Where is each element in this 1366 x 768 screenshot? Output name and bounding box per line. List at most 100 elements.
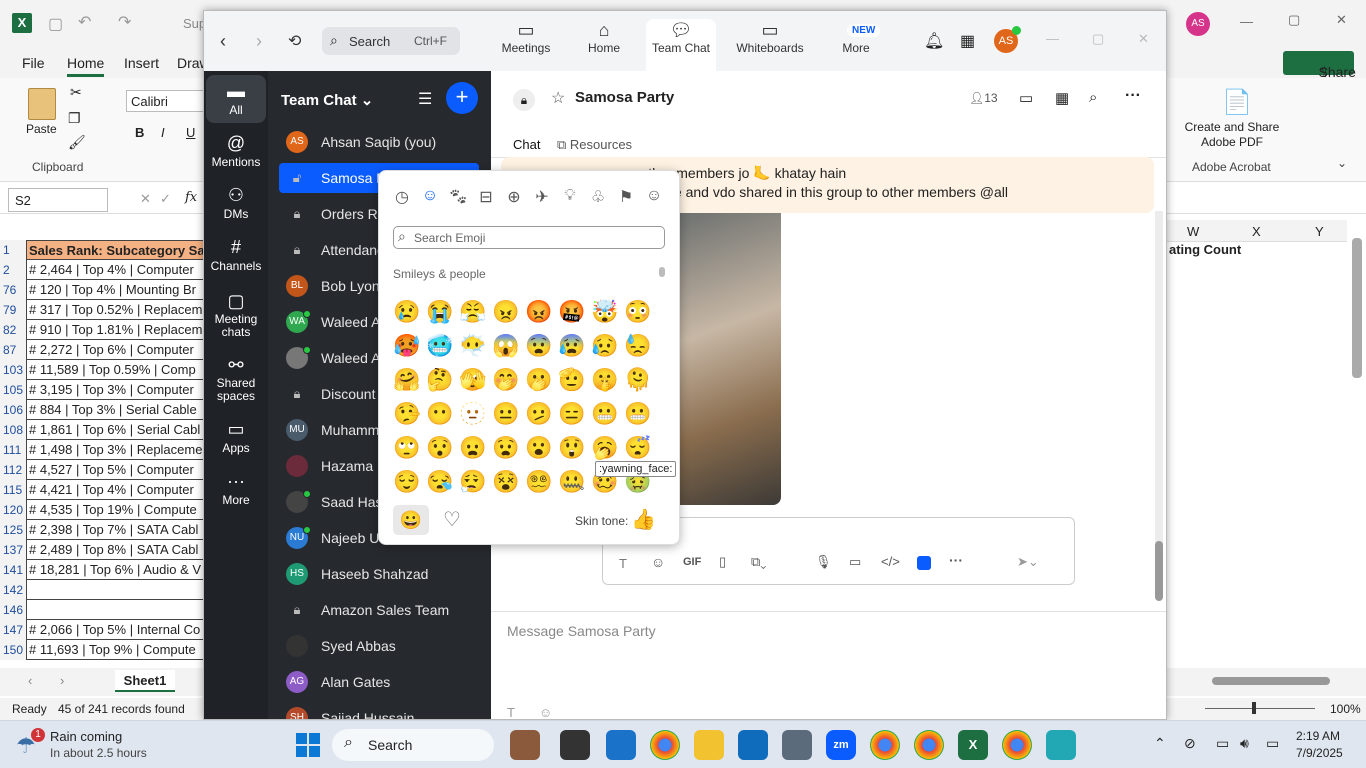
volume-icon[interactable]: 🔊︎ bbox=[1240, 735, 1249, 752]
picker-scrollbar[interactable] bbox=[659, 267, 665, 277]
table-cell[interactable]: # 4,421 | Top 4% | Computer bbox=[26, 480, 205, 500]
table-row[interactable]: 112 # 4,527 | Top 5% | Computer bbox=[0, 460, 205, 480]
paste-icon[interactable] bbox=[28, 88, 56, 120]
emoji-button[interactable]: 😠 bbox=[492, 299, 519, 325]
confirm-formula-icon[interactable]: ✓ bbox=[160, 191, 171, 207]
table-cell[interactable]: # 11,589 | Top 0.59% | Comp bbox=[26, 360, 205, 380]
emoji-button[interactable]: 😵 bbox=[492, 469, 519, 495]
table-row[interactable]: 108 # 1,861 | Top 6% | Serial Cabl bbox=[0, 420, 205, 440]
emoji-button[interactable]: 😡 bbox=[525, 299, 552, 325]
emoji-button[interactable]: 😯 bbox=[426, 435, 453, 461]
table-row[interactable]: 141 # 18,281 | Top 6% | Audio & V bbox=[0, 560, 205, 580]
zoom-app-icon[interactable]: zm bbox=[826, 730, 856, 760]
chat-list-item[interactable]: HS Haseeb Shahzad bbox=[279, 559, 479, 589]
table-row[interactable]: 146 bbox=[0, 600, 205, 620]
emoji-button[interactable]: 🤯 bbox=[591, 299, 618, 325]
row-number[interactable]: 120 bbox=[0, 500, 26, 520]
table-cell[interactable]: # 2,489 | Top 8% | SATA Cabl bbox=[26, 540, 205, 560]
table-row[interactable]: 115 # 4,421 | Top 4% | Computer bbox=[0, 480, 205, 500]
table-row[interactable]: 76 # 120 | Top 4% | Mounting Br bbox=[0, 280, 205, 300]
emoji-button[interactable]: 🥵 bbox=[393, 333, 420, 359]
row-number[interactable]: 103 bbox=[0, 360, 26, 380]
audio-icon[interactable]: 🎙︎ bbox=[815, 554, 832, 570]
symbols-category-icon[interactable]: ♧ bbox=[588, 187, 608, 207]
screenshot-icon[interactable]: ⧉⌄ bbox=[751, 554, 766, 570]
excel-maximize-icon[interactable]: ▢ bbox=[1288, 12, 1300, 28]
row-number[interactable]: 82 bbox=[0, 320, 26, 340]
emoji-button[interactable]: 🤥 bbox=[393, 401, 420, 427]
tab-home[interactable]: Home bbox=[67, 55, 105, 77]
table-row[interactable]: 125 # 2,398 | Top 7% | SATA Cabl bbox=[0, 520, 205, 540]
table-cell[interactable]: # 1,861 | Top 6% | Serial Cabl bbox=[26, 420, 205, 440]
display-icon[interactable]: ▭ bbox=[1216, 735, 1229, 752]
emoji-button[interactable]: 🫢 bbox=[525, 367, 552, 393]
nav-team-chat[interactable]: 💬︎ Team Chat bbox=[646, 19, 716, 71]
store-app-icon[interactable] bbox=[606, 730, 636, 760]
col-header-y[interactable]: Y bbox=[1315, 224, 1324, 239]
chat-list-item[interactable]: AG Alan Gates bbox=[279, 667, 479, 697]
search-input[interactable]: ⌕ Search Ctrl+F bbox=[322, 27, 460, 55]
emoji-button[interactable]: 🥱 bbox=[591, 435, 618, 461]
table-cell[interactable]: # 2,464 | Top 4% | Computer bbox=[26, 260, 205, 280]
row-number[interactable]: 79 bbox=[0, 300, 26, 320]
emoji-button[interactable]: 🤭 bbox=[492, 367, 519, 393]
italic-icon[interactable]: I bbox=[161, 125, 165, 140]
table-cell[interactable]: # 2,398 | Top 7% | SATA Cabl bbox=[26, 520, 205, 540]
row-number[interactable]: 137 bbox=[0, 540, 26, 560]
team-chat-heading[interactable]: Team Chat ⌄ bbox=[281, 91, 373, 109]
start-button[interactable] bbox=[296, 733, 320, 757]
emoji-tab-icon[interactable]: 😀 bbox=[393, 505, 429, 535]
spreadsheet-grid[interactable]: 1 Sales Rank: Subcategory Sale 2 # 2,464 | … bbox=[0, 240, 205, 665]
emoji-button[interactable]: 🥶 bbox=[426, 333, 453, 359]
emoji-button[interactable]: 🤫 bbox=[591, 367, 618, 393]
video-message-icon[interactable]: ▭ bbox=[849, 554, 861, 570]
back-icon[interactable]: ‹ bbox=[220, 31, 226, 52]
table-row[interactable]: 120 # 4,535 | Top 19% | Compute bbox=[0, 500, 205, 520]
activity-category-icon[interactable]: ⊕ bbox=[504, 187, 524, 207]
rail-item-mentions[interactable]: @ Mentions bbox=[206, 133, 266, 169]
table-row[interactable]: 150 # 11,693 | Top 9% | Compute bbox=[0, 640, 205, 660]
emoji-button[interactable]: 😢 bbox=[393, 299, 420, 325]
row-number[interactable]: 108 bbox=[0, 420, 26, 440]
text-format-icon[interactable]: T bbox=[619, 556, 627, 571]
emoji-button[interactable]: 😬 bbox=[591, 401, 618, 427]
new-chat-button[interactable]: + bbox=[446, 82, 478, 114]
chat-scrollbar[interactable] bbox=[1155, 211, 1163, 591]
schedule-icon[interactable]: ▦ bbox=[1055, 89, 1069, 107]
outlook-icon[interactable] bbox=[738, 730, 768, 760]
file-icon[interactable]: ▯ bbox=[719, 554, 726, 570]
gif-icon[interactable]: GIF bbox=[683, 556, 701, 568]
font-name-box[interactable]: Calibri bbox=[126, 90, 206, 112]
emoji-button[interactable]: 🙄 bbox=[393, 435, 420, 461]
star-icon[interactable]: ☆ bbox=[551, 88, 565, 108]
row-number[interactable]: 105 bbox=[0, 380, 26, 400]
channel-search-icon[interactable]: ⌕ bbox=[1089, 89, 1097, 106]
row-number[interactable]: 87 bbox=[0, 340, 26, 360]
row-number[interactable]: 147 bbox=[0, 620, 26, 640]
rail-item-all[interactable]: ▬ All bbox=[206, 75, 266, 123]
calculator-icon[interactable] bbox=[782, 730, 812, 760]
channel-title[interactable]: Samosa Party bbox=[575, 89, 674, 106]
emoji-button[interactable]: 😱 bbox=[492, 333, 519, 359]
bold-icon[interactable]: B bbox=[135, 125, 144, 140]
sheet-prev-icon[interactable]: ‹ bbox=[28, 673, 32, 688]
emoji-button[interactable]: 😬 bbox=[624, 401, 651, 427]
cancel-formula-icon[interactable]: ✕ bbox=[140, 191, 151, 207]
name-box[interactable]: S2 bbox=[8, 188, 108, 212]
format-painter-icon[interactable]: 🖌 bbox=[68, 134, 86, 151]
terminal-app-icon[interactable] bbox=[560, 730, 590, 760]
table-cell[interactable]: # 317 | Top 0.52% | Replacem bbox=[26, 300, 205, 320]
create-adobe-pdf-button[interactable]: Create and Share Adobe PDF bbox=[1180, 120, 1284, 150]
row-number[interactable]: 111 bbox=[0, 440, 26, 460]
row-number[interactable]: 112 bbox=[0, 460, 26, 480]
clock-date[interactable]: 7/9/2025 bbox=[1296, 746, 1343, 760]
emoji-button[interactable]: 🫡 bbox=[558, 367, 585, 393]
excel-minimize-icon[interactable]: — bbox=[1240, 14, 1253, 29]
chat-list-item[interactable]: AS Ahsan Saqib (you) bbox=[279, 127, 479, 157]
table-cell[interactable]: # 18,281 | Top 6% | Audio & V bbox=[26, 560, 205, 580]
row-number[interactable]: 146 bbox=[0, 600, 26, 620]
nav-meetings[interactable]: ▭ Meetings bbox=[500, 19, 552, 69]
animals-category-icon[interactable]: 🐾︎ bbox=[448, 187, 468, 207]
emoji-search-input[interactable]: ⌕ Search Emoji bbox=[393, 226, 665, 249]
emoji-button[interactable]: 😥 bbox=[591, 333, 618, 359]
